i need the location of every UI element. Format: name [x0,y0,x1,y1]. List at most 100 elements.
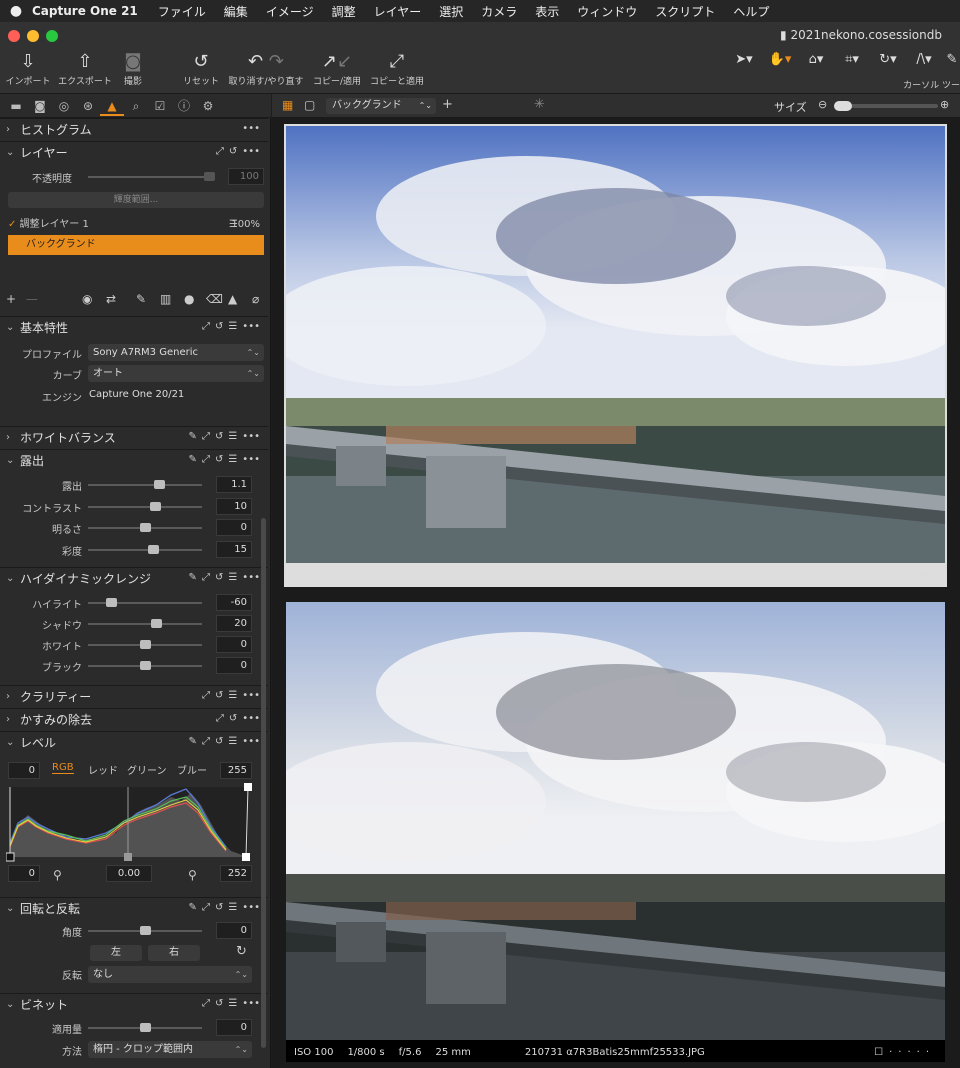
reset-section-icon[interactable]: ↺ [229,713,237,724]
reset-section-icon[interactable]: ↺ [215,998,223,1009]
clear-mask-icon[interactable]: ⌀ [252,292,259,306]
layer-row-background[interactable]: バックグランド [8,235,264,255]
keystone-cursor-icon[interactable]: /\▾ [908,50,940,70]
levels-high-handle[interactable] [242,853,250,861]
list-icon[interactable]: ☰ [228,454,237,465]
picker-icon[interactable]: ✎ [189,431,197,442]
details-tab-icon[interactable]: ⌕ [124,96,148,116]
metadata-tab-icon[interactable]: ⓘ [172,96,196,116]
opacity-value[interactable]: 100 [228,168,264,185]
hdr-slider-slider[interactable] [88,623,202,625]
menu-edit[interactable]: 編集 [224,3,248,20]
menu-file[interactable]: ファイル [158,3,206,20]
reset-section-icon[interactable]: ↺ [215,454,223,465]
hdr-slider-value[interactable]: 0 [216,636,252,653]
brush-icon[interactable]: ✎ [136,292,146,306]
levels-tab-blue[interactable]: ブルー [177,762,207,777]
more-icon[interactable]: ••• [242,736,260,747]
reset-section-icon[interactable]: ↺ [215,572,223,583]
opacity-slider-knob[interactable] [204,172,215,181]
exposure-slider-slider-knob[interactable] [148,544,159,554]
expand-icon[interactable]: ⤢ [202,736,210,747]
rotate-cursor-icon[interactable]: ↻▾ [872,50,904,70]
menu-window[interactable]: ウィンドウ [577,3,637,20]
levels-low-handle[interactable] [6,852,15,862]
multi-view-icon[interactable]: ▦ [282,98,293,112]
close-window-button[interactable] [8,30,20,42]
zoom-in-icon[interactable]: ⊕ [940,98,949,111]
picker-icon[interactable]: ✎ [189,902,197,913]
brush-cursor-icon[interactable]: ✎ [944,50,960,70]
rotate-tool-icon[interactable]: ↻ [236,944,247,959]
single-view-icon[interactable]: ▢ [304,98,315,112]
list-icon[interactable]: ☰ [228,998,237,1009]
more-icon[interactable]: ••• [242,431,260,442]
pan-cursor-icon[interactable]: ✋▾ [764,50,796,70]
undo-redo-button[interactable]: ↶ ↷ 取り消す/やり直す [226,50,306,87]
exposure-slider-slider[interactable] [88,548,202,551]
more-icon[interactable]: ••• [242,572,260,583]
basic-section-header[interactable]: ⌄ 基本特性 ⤢ ↺ ☰ ••• [0,316,268,338]
list-icon[interactable]: ☰ [228,321,237,332]
color-tab-icon[interactable]: ⊛ [76,96,100,116]
exposure-slider-slider[interactable] [88,505,202,508]
vignette-method-select[interactable]: 楕円 - クロップ範囲内 ⌃⌄ [88,1041,252,1058]
reset-section-icon[interactable]: ↺ [215,736,223,747]
capture-tab-icon[interactable]: ◙ [28,96,52,116]
expand-icon[interactable]: ⤢ [202,431,210,442]
swap-icon[interactable]: ⇄ [106,292,116,306]
apple-menu-icon[interactable]: ● [0,3,32,19]
reset-section-icon[interactable]: ↺ [215,902,223,913]
menu-view[interactable]: 表示 [535,3,559,20]
hdr-slider-value[interactable]: 20 [216,615,252,632]
levels-output-mid[interactable]: 0.00 [106,865,152,882]
eyedropper-white-icon[interactable]: ⚲ [188,868,197,882]
layers-section-header[interactable]: ⌄ レイヤー ⤢ ↺ ••• [0,141,268,163]
profile-select[interactable]: Sony A7RM3 Generic ⌃⌄ [88,344,264,361]
fill-mask-icon[interactable]: ▲ [228,292,237,306]
size-slider-knob[interactable] [834,101,852,111]
opacity-slider[interactable] [88,176,214,178]
histogram-section-header[interactable]: › ヒストグラム ••• [0,118,268,140]
image-2-rating[interactable]: ☐····· [874,1047,935,1058]
expand-icon[interactable]: ⤢ [202,572,210,583]
menu-layer[interactable]: レイヤー [374,3,422,20]
exposure-slider-value[interactable]: 10 [216,497,252,515]
exposure-slider-slider[interactable] [88,484,202,486]
reset-button[interactable]: ↺ リセット [180,50,222,87]
menu-select[interactable]: 選択 [439,3,463,20]
app-menu[interactable]: Capture One 21 [32,4,138,18]
image-thumbnail-1[interactable] [284,124,947,587]
radial-gradient-icon[interactable]: ● [184,292,194,306]
levels-tab-rgb[interactable]: RGB [52,762,74,774]
expand-icon[interactable]: ⤢ [216,713,224,724]
rotate-right-button[interactable]: 右 [148,945,200,961]
levels-output-high-handle[interactable] [244,783,252,791]
picker-icon[interactable]: ✎ [189,454,197,465]
levels-input-low[interactable]: 0 [8,762,40,779]
layer-select[interactable]: バックグランド ⌃⌄ [326,98,436,114]
expand-icon[interactable]: ⤢ [202,902,210,913]
exposure-slider-value[interactable]: 15 [216,540,252,558]
hdr-slider-slider-knob[interactable] [106,598,117,607]
vignette-amount-value[interactable]: 0 [216,1019,252,1036]
exposure-slider-value[interactable]: 1.1 [216,476,252,493]
layer-row-adjustment-1[interactable]: ✓ 調整レイヤー 1 ☰ 100% [8,216,264,234]
expand-icon[interactable]: ⤢ [216,146,224,157]
more-icon[interactable]: ••• [242,123,260,134]
reset-section-icon[interactable]: ↺ [229,146,237,157]
adjustments-tab-icon[interactable]: ☑ [148,96,172,116]
select-cursor-icon[interactable]: ➤▾ [728,50,760,70]
list-icon[interactable]: ☰ [228,902,237,913]
curve-select[interactable]: オート ⌃⌄ [88,365,264,382]
vignette-amount-knob[interactable] [140,1023,151,1032]
expand-icon[interactable]: ⤢ [202,454,210,465]
angle-slider-knob[interactable] [140,926,151,935]
dehaze-section-header[interactable]: › かすみの除去 ⤢ ↺ ••• [0,708,268,730]
list-icon[interactable]: ☰ [228,736,237,747]
more-icon[interactable]: ••• [242,902,260,913]
reset-section-icon[interactable]: ↺ [215,690,223,701]
levels-tab-green[interactable]: グリーン [127,762,167,777]
reset-section-icon[interactable]: ↺ [215,321,223,332]
menu-script[interactable]: スクリプト [655,3,715,20]
